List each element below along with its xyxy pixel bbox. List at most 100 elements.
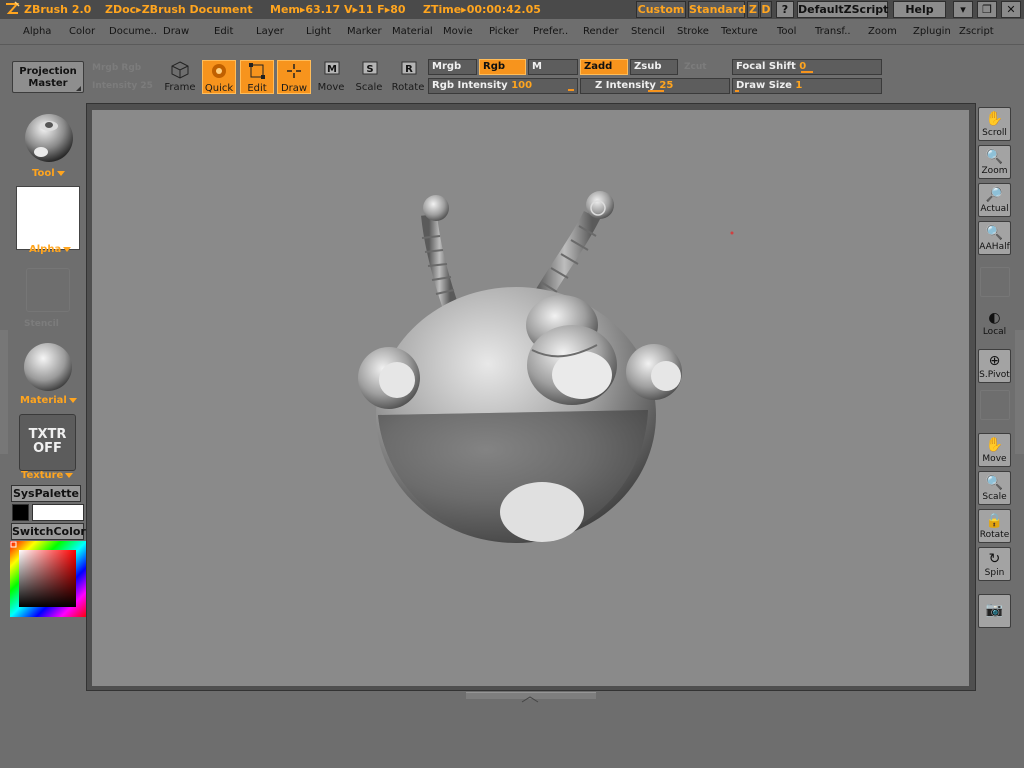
quick-label: Quick bbox=[204, 83, 234, 94]
canvas-bottom-handle[interactable] bbox=[466, 692, 596, 703]
standard-layout-button[interactable]: Standard bbox=[688, 1, 746, 18]
menu-preferences[interactable]: Prefer.. bbox=[533, 26, 568, 37]
sculpt-model[interactable] bbox=[92, 110, 969, 686]
stencil-label: Stencil bbox=[24, 319, 59, 329]
corner-icon bbox=[76, 86, 81, 91]
z-button[interactable]: Z bbox=[747, 1, 759, 18]
zsub-toggle[interactable]: Zsub bbox=[630, 59, 678, 75]
menu-transform[interactable]: Transf.. bbox=[815, 26, 851, 37]
d-button[interactable]: D bbox=[760, 1, 772, 18]
m-toggle[interactable]: M bbox=[528, 59, 578, 75]
rgb-intensity-slider[interactable]: Rgb Intensity 100 bbox=[428, 78, 578, 94]
magnifier-icon: 🔍 bbox=[985, 149, 1004, 165]
material-sphere-icon[interactable] bbox=[23, 342, 73, 392]
texture-line2: OFF bbox=[33, 441, 62, 456]
rotate-view-button[interactable]: 🔒 Rotate bbox=[978, 509, 1011, 543]
draw-label: Draw bbox=[280, 83, 308, 94]
aahalf-icon: 🔍 bbox=[985, 225, 1004, 241]
menu-light[interactable]: Light bbox=[306, 26, 331, 37]
menu-render[interactable]: Render bbox=[583, 26, 619, 37]
color-picker[interactable] bbox=[10, 541, 87, 617]
menu-draw[interactable]: Draw bbox=[163, 26, 189, 37]
texture-menu-label[interactable]: Texture bbox=[21, 470, 73, 481]
texture-off-swatch[interactable]: TXTR OFF bbox=[19, 414, 76, 471]
custom-layout-button[interactable]: Custom bbox=[636, 1, 686, 18]
projection-master-line2: Master bbox=[28, 78, 68, 89]
actual-button[interactable]: 🔎 Actual bbox=[978, 183, 1011, 217]
menu-texture[interactable]: Texture bbox=[721, 26, 758, 37]
local-sphere-icon: ◐ bbox=[988, 310, 1001, 326]
menu-color[interactable]: Color bbox=[69, 26, 95, 37]
menu-zscript[interactable]: Zscript bbox=[959, 26, 994, 37]
menu-stroke[interactable]: Stroke bbox=[677, 26, 709, 37]
focal-shift-fill bbox=[801, 71, 813, 73]
secondary-color-swatch[interactable] bbox=[12, 504, 29, 521]
draw-button[interactable]: Draw bbox=[277, 60, 311, 94]
quick-icon bbox=[203, 61, 235, 83]
alpha-menu-label[interactable]: Alpha bbox=[29, 244, 71, 255]
restore-icon[interactable]: ❐ bbox=[977, 1, 997, 18]
main-color-swatch[interactable] bbox=[32, 504, 84, 521]
default-zscript-button[interactable]: DefaultZScript bbox=[797, 1, 888, 18]
spivot-button[interactable]: ⊕ S.Pivot bbox=[978, 349, 1011, 383]
menu-layer[interactable]: Layer bbox=[256, 26, 284, 37]
actual-label: Actual bbox=[980, 204, 1009, 214]
menu-zoom[interactable]: Zoom bbox=[868, 26, 897, 37]
persp-icon bbox=[980, 267, 1010, 297]
cube-icon bbox=[163, 60, 197, 82]
ghost-intensity: Intensity 25 bbox=[92, 81, 153, 91]
material-menu-label[interactable]: Material bbox=[20, 395, 77, 406]
alpha-swatch[interactable] bbox=[16, 186, 80, 250]
tool-menu-label[interactable]: Tool bbox=[32, 168, 65, 179]
right-tray-handle[interactable] bbox=[1015, 330, 1024, 454]
question-button[interactable]: ? bbox=[776, 1, 794, 18]
left-tray-handle[interactable] bbox=[0, 330, 8, 454]
scroll-button[interactable]: ✋ Scroll bbox=[978, 107, 1011, 141]
z-intensity-slider[interactable]: Z Intensity 25 bbox=[580, 78, 730, 94]
xyz-icon bbox=[980, 390, 1010, 420]
scale-view-button[interactable]: 🔍 Scale bbox=[978, 471, 1011, 505]
spin-button[interactable]: ↻ Spin bbox=[978, 547, 1011, 581]
draw-size-slider[interactable]: Draw Size 1 bbox=[732, 78, 882, 94]
menu-zplugin[interactable]: Zplugin bbox=[913, 26, 951, 37]
local-button[interactable]: ◐ Local bbox=[978, 306, 1011, 340]
spin-label: Spin bbox=[984, 568, 1005, 578]
switchcolor-button[interactable]: SwitchColor bbox=[11, 523, 86, 540]
minimize-icon[interactable]: ▾ bbox=[953, 1, 973, 18]
menu-movie[interactable]: Movie bbox=[443, 26, 473, 37]
syspalette-button[interactable]: SysPalette bbox=[11, 485, 81, 502]
menu-picker[interactable]: Picker bbox=[489, 26, 519, 37]
menu-material[interactable]: Material bbox=[392, 26, 433, 37]
move-button[interactable]: M Move bbox=[314, 60, 348, 94]
aahalf-button[interactable]: 🔍 AAHalf bbox=[978, 221, 1011, 255]
menu-document[interactable]: Docume.. bbox=[109, 26, 157, 37]
menu-stencil[interactable]: Stencil bbox=[631, 26, 665, 37]
focal-shift-slider[interactable]: Focal Shift 0 bbox=[732, 59, 882, 75]
focal-shift-label: Focal Shift bbox=[736, 61, 796, 72]
tool-sphere-icon[interactable] bbox=[23, 112, 75, 164]
snapshot-button[interactable]: 📷 bbox=[978, 594, 1011, 628]
projection-master-button[interactable]: Projection Master bbox=[12, 61, 84, 93]
app-title: ZBrush 2.0 bbox=[24, 3, 92, 16]
scale-label: Scale bbox=[355, 82, 383, 93]
menu-alpha[interactable]: Alpha bbox=[23, 26, 51, 37]
document-canvas[interactable] bbox=[92, 110, 969, 686]
close-icon[interactable]: ✕ bbox=[1001, 1, 1021, 18]
zoom-button[interactable]: 🔍 Zoom bbox=[978, 145, 1011, 179]
frame-button[interactable]: Frame bbox=[163, 60, 197, 94]
menu-tool[interactable]: Tool bbox=[777, 26, 796, 37]
move-hand-icon: ✋ bbox=[985, 437, 1004, 453]
zcut-toggle[interactable]: Zcut bbox=[684, 62, 707, 72]
edit-button[interactable]: Edit bbox=[240, 60, 274, 94]
move-view-button[interactable]: ✋ Move bbox=[978, 433, 1011, 467]
menu-marker[interactable]: Marker bbox=[347, 26, 382, 37]
zadd-toggle[interactable]: Zadd bbox=[580, 59, 628, 75]
rgb-toggle[interactable]: Rgb bbox=[479, 59, 526, 75]
mrgb-toggle[interactable]: Mrgb bbox=[428, 59, 477, 75]
rotate-button[interactable]: R Rotate bbox=[391, 60, 425, 94]
help-button[interactable]: Help bbox=[893, 1, 946, 18]
menu-edit[interactable]: Edit bbox=[214, 26, 233, 37]
memory-stats: Mem▸63.17 V▸11 F▸80 bbox=[270, 3, 406, 16]
quick-button[interactable]: Quick bbox=[202, 60, 236, 94]
scale-button[interactable]: S Scale bbox=[352, 60, 386, 94]
